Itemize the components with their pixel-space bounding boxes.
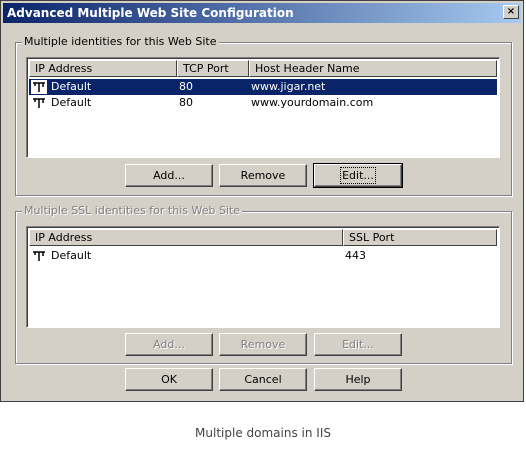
edit-ssl-button[interactable]: Edit...: [314, 333, 402, 356]
title-bar[interactable]: Advanced Multiple Web Site Configuration…: [3, 3, 521, 23]
cell-tcp-port: 80: [179, 96, 193, 109]
web-identity-icon: [31, 80, 47, 94]
cell-host-header: www.yourdomain.com: [251, 96, 374, 109]
help-button[interactable]: Help: [314, 368, 402, 391]
edit-identity-button[interactable]: Edit...: [313, 163, 403, 188]
column-header-ip[interactable]: IP Address: [29, 60, 177, 77]
remove-identity-label: Remove: [240, 168, 286, 182]
add-ssl-label: Add...: [153, 337, 185, 351]
ssl-identities-group: Multiple SSL identities for this Web Sit…: [15, 204, 512, 364]
table-row[interactable]: Default 80 www.jigar.net: [29, 79, 497, 95]
close-icon: ×: [506, 6, 516, 17]
add-ssl-button[interactable]: Add...: [125, 333, 213, 356]
add-identity-button[interactable]: Add...: [125, 164, 213, 187]
remove-ssl-button[interactable]: Remove: [219, 333, 307, 356]
window-title: Advanced Multiple Web Site Configuration: [7, 6, 294, 20]
edit-ssl-label: Edit...: [342, 337, 374, 351]
table-row[interactable]: Default 80 www.yourdomain.com: [29, 95, 497, 111]
help-label: Help: [345, 372, 371, 386]
column-header-ssl-port[interactable]: SSL Port: [343, 229, 497, 246]
dialog-window: Advanced Multiple Web Site Configuration…: [0, 0, 524, 402]
web-identity-icon: [33, 98, 45, 108]
identities-group-label: Multiple identities for this Web Site: [22, 35, 219, 48]
cell-ssl-ip: Default: [51, 249, 92, 262]
cell-ip: Default: [51, 80, 92, 93]
cancel-button[interactable]: Cancel: [219, 368, 307, 391]
cell-ip: Default: [51, 96, 92, 109]
web-identity-icon: [33, 251, 45, 261]
ok-label: OK: [161, 372, 177, 386]
identities-list[interactable]: IP Address TCP Port Host Header Name Def…: [26, 57, 500, 158]
add-identity-label: Add...: [153, 168, 185, 182]
table-row[interactable]: Default 443: [29, 248, 497, 264]
remove-ssl-label: Remove: [240, 337, 286, 351]
remove-identity-button[interactable]: Remove: [219, 164, 307, 187]
image-caption: Multiple domains in IIS: [195, 426, 331, 440]
cancel-label: Cancel: [244, 372, 282, 386]
ssl-identities-group-label: Multiple SSL identities for this Web Sit…: [22, 204, 243, 217]
cell-host-header: www.jigar.net: [251, 80, 326, 93]
column-header-host-header[interactable]: Host Header Name: [249, 60, 497, 77]
ssl-identities-list[interactable]: IP Address SSL Port Default 443: [26, 226, 500, 328]
cell-ssl-port: 443: [345, 249, 366, 262]
column-header-ssl-ip[interactable]: IP Address: [29, 229, 343, 246]
column-header-tcp-port[interactable]: TCP Port: [177, 60, 249, 77]
close-button[interactable]: ×: [503, 5, 519, 19]
cell-tcp-port: 80: [179, 80, 193, 93]
identities-group: Multiple identities for this Web Site IP…: [15, 35, 512, 196]
edit-identity-label: Edit...: [340, 166, 376, 184]
ok-button[interactable]: OK: [125, 368, 213, 391]
